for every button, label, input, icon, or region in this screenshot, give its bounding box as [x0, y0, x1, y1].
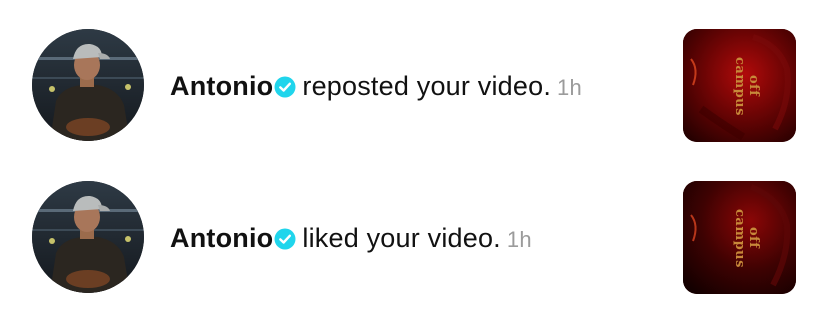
notification-text: Antonio liked your video. 1h [170, 218, 532, 258]
avatar[interactable] [32, 181, 144, 293]
avatar-photo-icon [32, 181, 144, 293]
username[interactable]: Antonio [170, 223, 273, 253]
verified-badge-icon [274, 76, 296, 98]
thumbnail-caption: off campus [732, 56, 761, 116]
thumbnail-caption: off campus [732, 208, 761, 268]
timestamp: 1h [557, 75, 582, 100]
action-text: liked your video. [302, 223, 501, 253]
timestamp: 1h [506, 227, 532, 252]
notification-row[interactable]: Antonio reposted your video. 1h off campus [0, 16, 828, 156]
notification-text: Antonio reposted your video. 1h [170, 66, 582, 106]
video-thumbnail[interactable]: off campus [683, 181, 796, 294]
notification-list: Antonio reposted your video. 1h off campus [0, 0, 828, 320]
video-thumbnail[interactable]: off campus [683, 29, 796, 142]
action-text: reposted your video. [302, 71, 552, 101]
avatar-photo-icon [32, 29, 144, 141]
avatar[interactable] [32, 29, 144, 141]
notification-row[interactable]: Antonio liked your video. 1h off campus [0, 168, 828, 308]
verified-badge-icon [274, 228, 296, 250]
username[interactable]: Antonio [170, 71, 273, 101]
